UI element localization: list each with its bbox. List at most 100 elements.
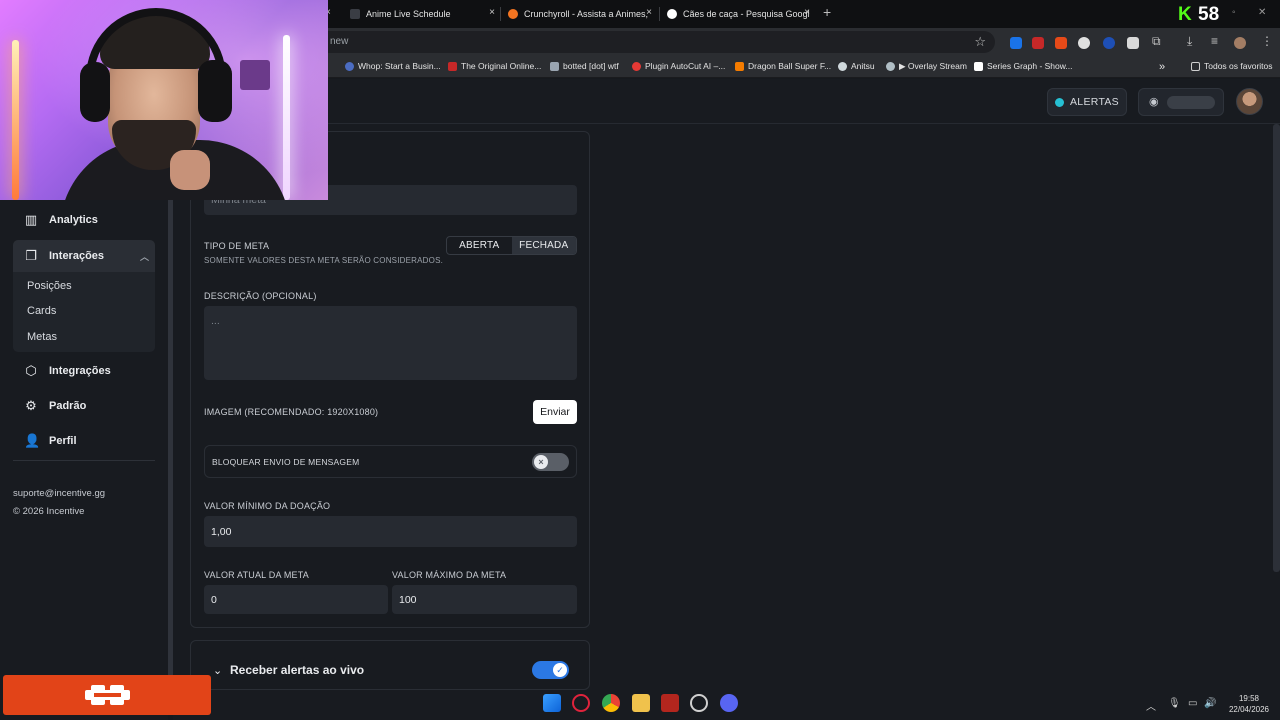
- more-menu-icon[interactable]: ⋮: [1261, 34, 1273, 48]
- support-email[interactable]: suporte@incentive.gg: [13, 488, 105, 499]
- kick-viewer-badge: K 58: [1178, 5, 1219, 24]
- goal-type-fechada[interactable]: FECHADA: [511, 237, 576, 254]
- user-icon: 👤: [24, 433, 41, 448]
- download-icon[interactable]: ⤓: [1187, 34, 1192, 49]
- bookmark-item[interactable]: botted [dot] wtf: [550, 61, 619, 71]
- tab-crunchyroll[interactable]: Crunchyroll - Assista a Animes, ×: [508, 2, 652, 26]
- address-bar[interactable]: new ☆: [300, 31, 995, 53]
- windows-start-icon[interactable]: [543, 694, 561, 712]
- discord-icon[interactable]: [720, 694, 738, 712]
- sidebar-item-analytics[interactable]: ▥ Analytics: [13, 204, 155, 236]
- max-value-input[interactable]: 100: [392, 585, 577, 614]
- sidebar-item-perfil[interactable]: 👤 Perfil: [13, 425, 155, 457]
- tab-title: Cães de caça - Pesquisa Google: [683, 9, 810, 19]
- chrome-icon[interactable]: [602, 694, 620, 712]
- image-label: IMAGEM (RECOMENDADO: 1920X1080): [204, 407, 379, 417]
- sidebar-item-interacoes[interactable]: ❐ Interações ︿: [13, 240, 155, 272]
- bookmark-item[interactable]: Whop: Start a Busin...: [345, 61, 441, 71]
- volume-icon[interactable]: 🔊: [1204, 698, 1216, 709]
- streaming-app-icon[interactable]: [661, 694, 679, 712]
- submenu-item-cards[interactable]: Cards: [27, 305, 56, 317]
- interactions-icon: ❐: [25, 248, 37, 263]
- tab-separator: [659, 7, 660, 21]
- integrations-icon: ⬡: [25, 363, 37, 378]
- block-message-label: BLOQUEAR ENVIO DE MENSAGEM: [212, 457, 360, 467]
- toggle-x-icon: ×: [534, 455, 548, 469]
- bookmark-item[interactable]: Series Graph - Show...: [974, 61, 1073, 71]
- close-icon[interactable]: ×: [489, 7, 495, 18]
- screen: × Anime Live Schedule × Crunchyroll - As…: [0, 0, 1280, 720]
- submenu-item-posicoes[interactable]: Posições: [27, 280, 72, 292]
- tab-title: Crunchyroll - Assista a Animes,: [524, 9, 649, 19]
- extension-icon[interactable]: [1078, 37, 1090, 49]
- min-donation-input[interactable]: 1,00: [204, 516, 577, 547]
- submenu-item-metas[interactable]: Metas: [27, 331, 57, 343]
- bookmarks-overflow-button[interactable]: »: [1159, 61, 1165, 73]
- close-icon[interactable]: ×: [646, 7, 652, 18]
- bookmark-favicon: [632, 61, 641, 71]
- interactions-submenu: Posições Cards Metas: [13, 272, 155, 352]
- bookmark-item[interactable]: Dragon Ball Super F...: [735, 61, 831, 71]
- bookmark-label: botted [dot] wtf: [563, 61, 619, 71]
- goal-type-toggle: ABERTA FECHADA: [446, 236, 577, 255]
- page-icon: [350, 9, 360, 19]
- bookmark-item[interactable]: Anitsu: [838, 61, 875, 71]
- extension-icon[interactable]: [1055, 37, 1067, 49]
- sidebar-item-padrao[interactable]: ⚙ Padrão: [13, 390, 155, 422]
- upload-image-button[interactable]: Enviar: [533, 400, 577, 424]
- goal-type-hint: SOMENTE VALORES DESTA META SERÃO CONSIDE…: [204, 256, 444, 265]
- close-icon[interactable]: ×: [804, 7, 810, 18]
- alerts-button[interactable]: ALERTAS: [1047, 88, 1127, 116]
- sidebar-item-label: Interações: [49, 250, 105, 262]
- analytics-icon: ▥: [24, 212, 38, 227]
- sidebar-item-label: Analytics: [49, 214, 98, 226]
- tab-search-icon[interactable]: ≡: [1211, 34, 1218, 48]
- settings-icon: ⚙: [25, 398, 37, 413]
- profile-avatar-icon[interactable]: [1234, 37, 1246, 49]
- google-icon: [667, 9, 677, 19]
- tab-anime-live-schedule[interactable]: Anime Live Schedule ×: [350, 2, 495, 26]
- live-alerts-toggle[interactable]: ✓: [532, 661, 569, 679]
- extension-icon[interactable]: [1103, 37, 1115, 49]
- close-window-icon[interactable]: ✕: [1258, 7, 1266, 18]
- network-icon[interactable]: ▭: [1188, 698, 1197, 709]
- sidebar-divider: [13, 460, 155, 461]
- bookmark-star-icon[interactable]: ☆: [974, 34, 986, 50]
- current-value-input[interactable]: 0: [204, 585, 388, 614]
- opera-icon[interactable]: [572, 694, 590, 712]
- tab-title: Anime Live Schedule: [366, 9, 451, 19]
- extensions-puzzle-icon[interactable]: ⧉: [1152, 34, 1161, 49]
- extension-icon[interactable]: [1127, 37, 1139, 49]
- bookmark-item[interactable]: Plugin AutoCut AI –...: [632, 61, 725, 71]
- block-message-toggle[interactable]: ×: [532, 453, 569, 471]
- extension-icon[interactable]: [1032, 37, 1044, 49]
- sidebar-item-label: Padrão: [49, 400, 87, 412]
- minimize-icon[interactable]: ◦: [1232, 7, 1236, 18]
- user-avatar[interactable]: [1236, 88, 1263, 115]
- clock-date: 22/04/2026: [1228, 705, 1270, 714]
- led-light-left: [12, 40, 19, 200]
- new-tab-button[interactable]: +: [823, 4, 831, 20]
- extension-icon[interactable]: [1010, 37, 1022, 49]
- page-scrollbar[interactable]: [1273, 124, 1280, 572]
- goal-type-aberta[interactable]: ABERTA: [447, 237, 512, 254]
- bookmark-item[interactable]: The Original Online...: [448, 61, 541, 71]
- microphone-icon[interactable]: 🎙: [1168, 698, 1181, 709]
- live-alerts-card[interactable]: ⌄ Receber alertas ao vivo: [190, 640, 590, 690]
- bookmark-label: Whop: Start a Busin...: [358, 61, 441, 71]
- description-textarea[interactable]: ...: [204, 306, 577, 380]
- crunchyroll-icon: [508, 9, 518, 19]
- preview-button[interactable]: ◉: [1138, 88, 1224, 116]
- file-explorer-icon[interactable]: [632, 694, 650, 712]
- sidebar-item-integracoes[interactable]: ⬡ Integrações: [13, 355, 155, 387]
- all-bookmarks-folder[interactable]: Todos os favoritos: [1191, 61, 1273, 71]
- bookmark-item[interactable]: ▶ Overlay Stream: [886, 61, 967, 72]
- bookmark-favicon: [345, 61, 354, 71]
- obs-icon[interactable]: [690, 694, 708, 712]
- bookmark-label: The Original Online...: [461, 61, 542, 71]
- tab-google-search[interactable]: Cães de caça - Pesquisa Google ×: [667, 2, 810, 26]
- system-clock[interactable]: 19:58 22/04/2026: [1226, 693, 1272, 715]
- bookmark-label: ▶ Overlay Stream: [899, 61, 967, 71]
- current-value-label: VALOR ATUAL DA META: [204, 570, 309, 580]
- tray-overflow-icon[interactable]: ︿: [1146, 698, 1156, 713]
